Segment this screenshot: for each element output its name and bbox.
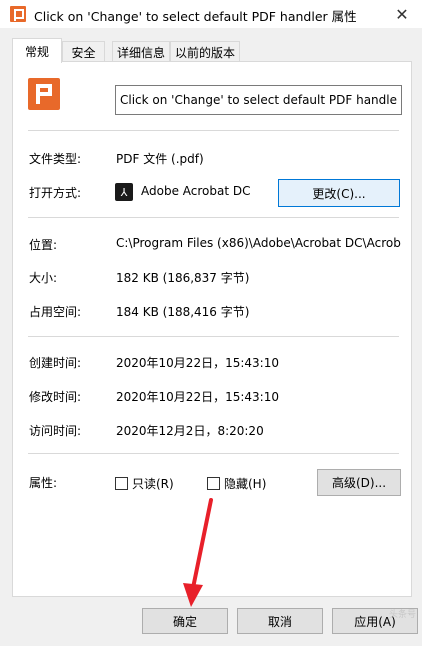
- checkbox-box[interactable]: [207, 477, 220, 490]
- divider: [28, 336, 399, 337]
- size-on-disk-label: 占用空间:: [29, 305, 82, 319]
- size-value: 182 KB (186,837 字节): [116, 271, 250, 285]
- accessed-label: 访问时间:: [29, 424, 82, 438]
- divider: [28, 130, 399, 131]
- close-icon[interactable]: ✕: [382, 0, 422, 28]
- modified-label: 修改时间:: [29, 390, 82, 404]
- pdf-app-icon: [10, 6, 26, 22]
- checkbox-box[interactable]: [115, 477, 128, 490]
- cancel-button[interactable]: 取消: [237, 608, 323, 634]
- location-value: C:\Program Files (x86)\Adobe\Acrobat DC\…: [116, 236, 401, 250]
- created-label: 创建时间:: [29, 356, 82, 370]
- size-on-disk-value: 184 KB (188,416 字节): [116, 305, 250, 319]
- size-label: 大小:: [29, 271, 58, 285]
- divider: [28, 453, 399, 454]
- attributes-label: 属性:: [29, 476, 58, 490]
- tab-previous-versions[interactable]: 以前的版本: [170, 41, 240, 62]
- readonly-checkbox[interactable]: 只读(R): [115, 475, 174, 492]
- change-button[interactable]: 更改(C)...: [278, 179, 400, 207]
- divider: [28, 217, 399, 218]
- file-type-label: 文件类型:: [29, 152, 82, 166]
- opens-with-value: Adobe Acrobat DC: [141, 184, 251, 198]
- tab-general[interactable]: 常规: [12, 38, 62, 63]
- modified-value: 2020年10月22日，15:43:10: [116, 390, 279, 404]
- ok-button[interactable]: 确定: [142, 608, 228, 634]
- accessed-value: 2020年12月2日，8:20:20: [116, 424, 264, 438]
- pdf-file-icon: [28, 78, 60, 110]
- acrobat-icon: ⅄: [115, 183, 133, 201]
- advanced-button[interactable]: 高级(D)...: [317, 469, 401, 496]
- hidden-checkbox[interactable]: 隐藏(H): [207, 475, 266, 492]
- created-value: 2020年10月22日，15:43:10: [116, 356, 279, 370]
- opens-with-label: 打开方式:: [29, 186, 82, 200]
- location-label: 位置:: [29, 238, 58, 252]
- file-name-input[interactable]: [115, 85, 402, 115]
- watermark: 头条号: [388, 610, 416, 620]
- general-panel: 文件类型: PDF 文件 (.pdf) 打开方式: ⅄ Adobe Acroba…: [12, 61, 412, 597]
- readonly-label: 只读(R): [132, 477, 174, 491]
- title-bar: Click on 'Change' to select default PDF …: [0, 0, 422, 28]
- window-title: Click on 'Change' to select default PDF …: [34, 9, 357, 24]
- tab-details[interactable]: 详细信息: [112, 41, 170, 62]
- hidden-label: 隐藏(H): [224, 477, 267, 491]
- file-type-value: PDF 文件 (.pdf): [116, 152, 204, 166]
- tab-security[interactable]: 安全: [62, 41, 105, 62]
